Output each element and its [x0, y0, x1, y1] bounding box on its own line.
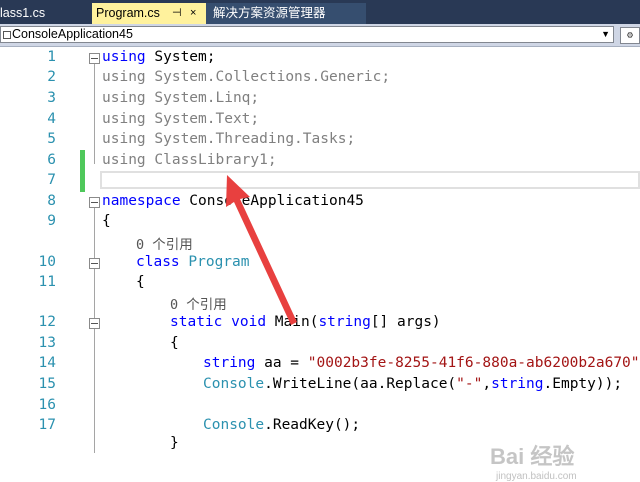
pin-icon[interactable]: ⊣ [172, 3, 182, 24]
project-icon [3, 31, 11, 39]
project-dropdown-value: ConsoleApplication45 [12, 27, 133, 42]
tab-class1[interactable]: lass1.cs [0, 3, 86, 24]
close-icon[interactable]: × [190, 3, 196, 24]
document-tab-bar: lass1.cs Program.cs ⊣ × 解决方案资源管理器 [0, 0, 640, 24]
tab-program-label: Program.cs [96, 3, 160, 24]
project-dropdown[interactable]: ConsoleApplication45 ▼ [0, 26, 614, 43]
watermark-logo: Bai 经验 [490, 439, 574, 471]
chevron-down-icon[interactable]: ▼ [601, 27, 610, 42]
tab-program[interactable]: Program.cs ⊣ × [92, 3, 206, 24]
member-dropdown-icon[interactable]: ⚙ [620, 27, 640, 44]
watermark-url: jingyan.baidu.com [496, 471, 577, 482]
navigation-bar: ConsoleApplication45 ▼ ⚙ [0, 24, 640, 47]
tab-class1-label: lass1.cs [0, 6, 45, 20]
code-editor[interactable]: 1 2 3 4 5 6 7 8 9 10 11 12 13 14 15 16 1… [0, 47, 640, 453]
tab-solution-explorer[interactable]: 解决方案资源管理器 [206, 3, 366, 24]
tab-solution-explorer-label: 解决方案资源管理器 [213, 3, 326, 24]
annotation-arrow-icon [0, 47, 640, 453]
